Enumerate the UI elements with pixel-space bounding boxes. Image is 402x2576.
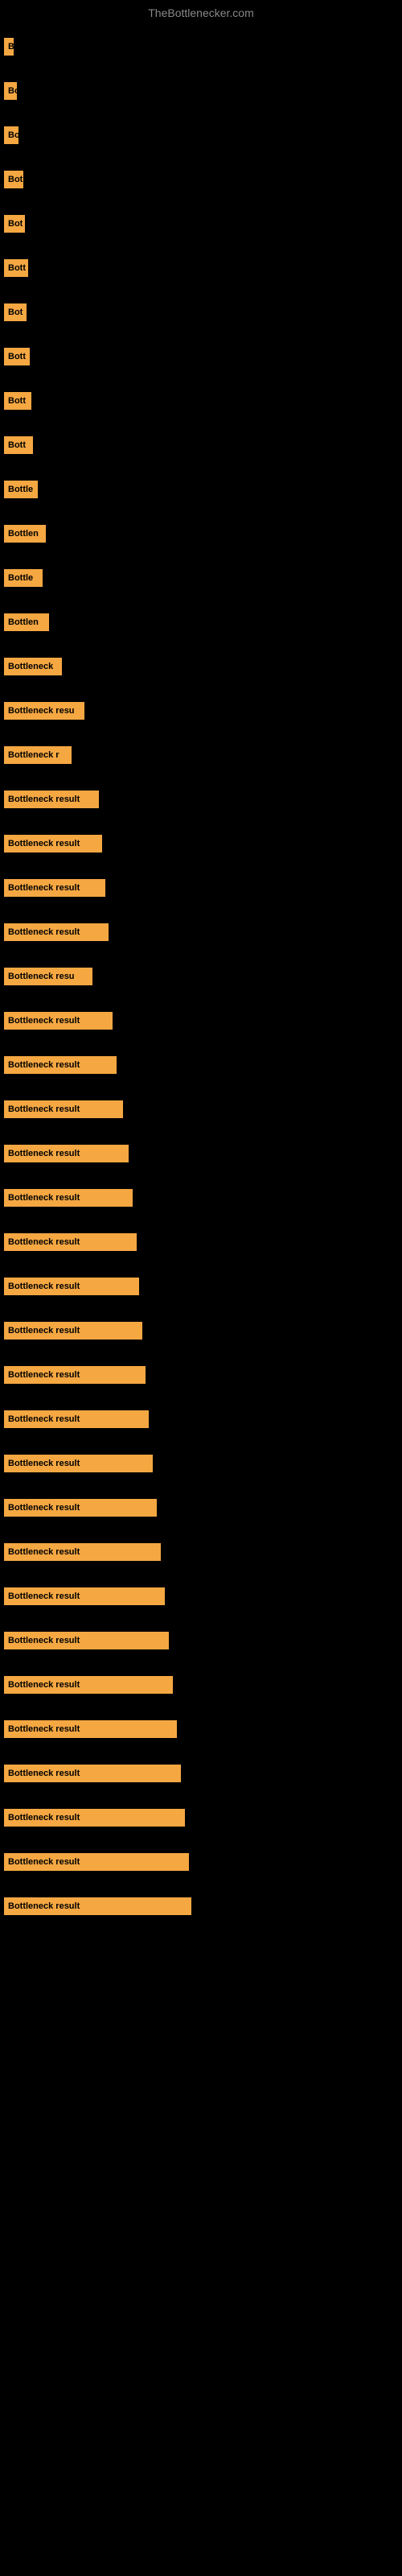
bar-row: Bottleneck result bbox=[0, 1397, 402, 1441]
bar-label: Bo bbox=[4, 126, 18, 144]
bar-row: Bottleneck result bbox=[0, 1618, 402, 1662]
bar-row: Bottleneck result bbox=[0, 1087, 402, 1131]
bar-label: Bo bbox=[4, 82, 17, 100]
bar-label: Bottleneck result bbox=[4, 1410, 149, 1428]
bar-label: Bott bbox=[4, 436, 33, 454]
bar-row: Bottleneck r bbox=[0, 733, 402, 777]
bar-row: Bottlen bbox=[0, 511, 402, 555]
bar-row: Bott bbox=[0, 423, 402, 467]
bar-label: Bottlen bbox=[4, 613, 49, 631]
bar-label: Bottleneck result bbox=[4, 1853, 189, 1871]
bar-row: Bottleneck result bbox=[0, 1884, 402, 1928]
bar-label: Bottleneck result bbox=[4, 1056, 117, 1074]
bar-row: Bottleneck resu bbox=[0, 688, 402, 733]
bar-label: Bottleneck result bbox=[4, 1587, 165, 1605]
bar-label: Bot bbox=[4, 171, 23, 188]
bar-label: B bbox=[4, 38, 14, 56]
bar-label: Bottleneck result bbox=[4, 1897, 191, 1915]
bar-row: Bottleneck result bbox=[0, 1795, 402, 1839]
bar-label: Bottleneck result bbox=[4, 791, 99, 808]
bar-row: Bottleneck result bbox=[0, 865, 402, 910]
bar-row: Bot bbox=[0, 157, 402, 201]
bar-label: Bottleneck result bbox=[4, 1012, 113, 1030]
bar-row: Bottleneck result bbox=[0, 1441, 402, 1485]
bar-row: Bottleneck result bbox=[0, 1264, 402, 1308]
bar-row: Bottleneck result bbox=[0, 1175, 402, 1220]
bar-label: Bottleneck result bbox=[4, 1145, 129, 1162]
bar-label: Bottleneck result bbox=[4, 1189, 133, 1207]
bar-label: Bottleneck bbox=[4, 658, 62, 675]
bar-row: Bott bbox=[0, 246, 402, 290]
bar-label: Bottle bbox=[4, 481, 38, 498]
bar-row: Bottle bbox=[0, 555, 402, 600]
bar-row: Bottleneck result bbox=[0, 1574, 402, 1618]
bar-label: Bottleneck result bbox=[4, 1455, 153, 1472]
bar-row: Bottleneck result bbox=[0, 1220, 402, 1264]
bar-label: Bottleneck result bbox=[4, 1322, 142, 1340]
bar-label: Bottle bbox=[4, 569, 43, 587]
bar-label: Bottleneck result bbox=[4, 835, 102, 852]
bar-label: Bottleneck result bbox=[4, 923, 109, 941]
bar-row: Bottleneck result bbox=[0, 1042, 402, 1087]
bar-row: Bottleneck result bbox=[0, 1839, 402, 1884]
bar-row: Bo bbox=[0, 68, 402, 113]
bar-row: Bottlen bbox=[0, 600, 402, 644]
bar-row: Bottleneck result bbox=[0, 998, 402, 1042]
bar-label: Bottleneck resu bbox=[4, 968, 92, 985]
bar-row: Bottleneck bbox=[0, 644, 402, 688]
bar-label: Bottleneck r bbox=[4, 746, 72, 764]
bar-row: Bo bbox=[0, 113, 402, 157]
bar-label: Bottleneck result bbox=[4, 1809, 185, 1827]
bar-label: Bottleneck resu bbox=[4, 702, 84, 720]
bar-row: Bottleneck result bbox=[0, 1662, 402, 1707]
bar-label: Bottlen bbox=[4, 525, 46, 543]
bar-label: Bott bbox=[4, 392, 31, 410]
bar-label: Bot bbox=[4, 303, 27, 321]
site-title: TheBottlenecker.com bbox=[0, 0, 402, 23]
bar-label: Bott bbox=[4, 259, 28, 277]
bar-row: Bott bbox=[0, 378, 402, 423]
bar-row: Bott bbox=[0, 334, 402, 378]
bar-row: Bot bbox=[0, 201, 402, 246]
bar-row: Bottleneck result bbox=[0, 1485, 402, 1530]
bar-row: Bottleneck result bbox=[0, 910, 402, 954]
bar-row: Bottleneck result bbox=[0, 1751, 402, 1795]
bar-row: Bottleneck result bbox=[0, 1352, 402, 1397]
bar-row: Bottleneck result bbox=[0, 1131, 402, 1175]
bar-label: Bottleneck result bbox=[4, 1499, 157, 1517]
bar-row: Bottle bbox=[0, 467, 402, 511]
bar-label: Bottleneck result bbox=[4, 1100, 123, 1118]
bar-label: Bottleneck result bbox=[4, 1676, 173, 1694]
bar-row: Bottleneck resu bbox=[0, 954, 402, 998]
bar-row: Bottleneck result bbox=[0, 1530, 402, 1574]
bar-label: Bottleneck result bbox=[4, 1233, 137, 1251]
bar-row: B bbox=[0, 24, 402, 68]
bar-row: Bottleneck result bbox=[0, 777, 402, 821]
bar-label: Bottleneck result bbox=[4, 1720, 177, 1738]
bars-container: B Bo Bo Bot Bot Bott Bot Bott Bott Bott Bottle Bott… bbox=[0, 24, 402, 1928]
bar-label: Bottleneck result bbox=[4, 1543, 161, 1561]
bar-label: Bottleneck result bbox=[4, 1765, 181, 1782]
bar-label: Bott bbox=[4, 348, 30, 365]
bar-row: Bot bbox=[0, 290, 402, 334]
bar-row: Bottleneck result bbox=[0, 1707, 402, 1751]
bar-label: Bottleneck result bbox=[4, 879, 105, 897]
bar-label: Bottleneck result bbox=[4, 1366, 146, 1384]
bar-row: Bottleneck result bbox=[0, 1308, 402, 1352]
bar-label: Bottleneck result bbox=[4, 1278, 139, 1295]
bar-label: Bottleneck result bbox=[4, 1632, 169, 1649]
bar-label: Bot bbox=[4, 215, 25, 233]
bar-row: Bottleneck result bbox=[0, 821, 402, 865]
